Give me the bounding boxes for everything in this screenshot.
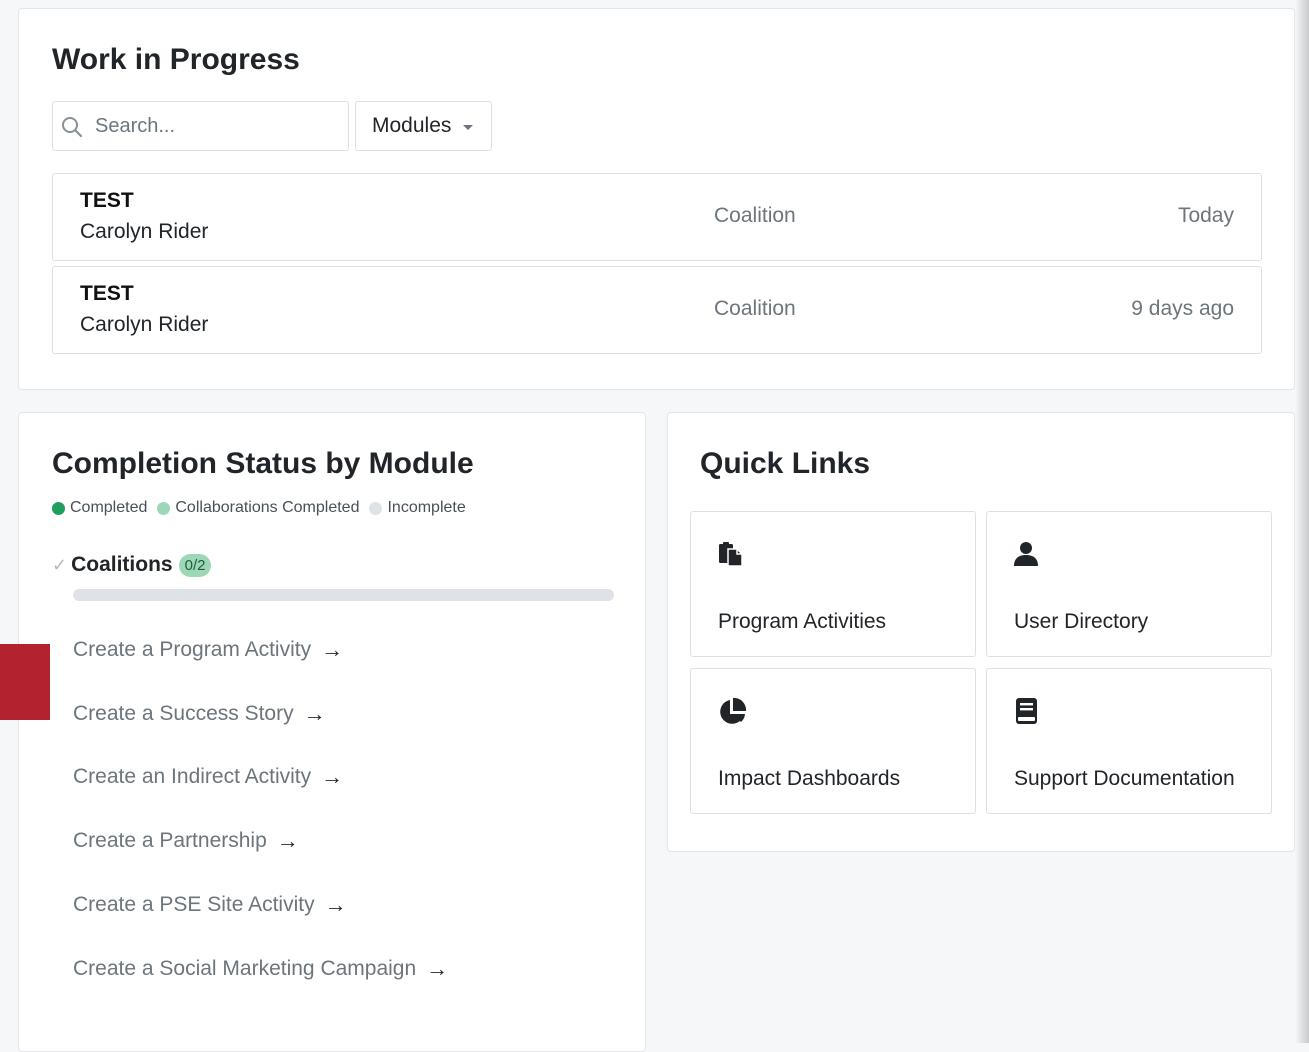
module-progress-bar [73,589,614,601]
quick-link-impact-dashboards[interactable]: Impact Dashboards [690,668,976,814]
quick-link-support-documentation[interactable]: Support Documentation [986,668,1272,814]
window-shadow-edge [1295,0,1309,1043]
work-in-progress-title: Work in Progress [52,43,300,76]
work-in-progress-card: Work in Progress Modules TEST Carolyn Ri… [18,8,1295,390]
action-label: Create a Partnership [73,829,267,852]
book-icon [1016,698,1037,724]
quick-links-title: Quick Links [700,447,871,480]
feedback-tab[interactable] [0,644,50,720]
modules-dropdown[interactable]: Modules [355,101,492,151]
legend-dot-incomplete [369,501,383,515]
wip-row-module: Coalition [714,297,796,320]
arrow-right-icon: → [303,701,326,726]
action-label: Create a Success Story [73,702,294,725]
wip-row-module: Coalition [714,204,796,227]
legend-label: Collaborations Completed [175,499,360,516]
completion-status-card: Completion Status by Module Completed Co… [18,412,646,1052]
legend-label: Incomplete [387,499,466,516]
completion-status-title: Completion Status by Module [52,447,474,480]
quick-link-user-directory[interactable]: User Directory [986,511,1272,657]
quick-link-label: Program Activities [718,610,887,633]
wip-row-owner: Carolyn Rider [80,220,209,243]
action-label: Create a PSE Site Activity [73,893,315,916]
module-progress-badge: 0/2 [178,553,212,577]
check-icon: ✓ [52,554,68,575]
wip-row-date: Today [1177,204,1234,227]
wip-row-title: TEST [80,282,134,305]
legend-dot-completed [52,501,65,515]
create-program-activity-link[interactable]: Create a Program Activity → [73,637,343,663]
action-label: Create a Program Activity [73,638,312,661]
arrow-right-icon: → [324,892,347,917]
search-box[interactable] [52,101,349,151]
legend-item-collaborations: Collaborations Completed [157,499,359,517]
arrow-right-icon: → [321,637,344,662]
wip-row-title: TEST [80,189,134,212]
wip-row-date: 9 days ago [1131,297,1234,320]
completion-legend: Completed Collaborations Completed Incom… [52,499,466,517]
legend-item-completed: Completed [52,499,147,517]
wip-row-owner: Carolyn Rider [80,313,209,336]
wip-row[interactable]: TEST Carolyn Rider Coalition 9 days ago [52,266,1262,354]
action-label: Create an Indirect Activity [73,765,312,788]
create-social-marketing-campaign-link[interactable]: Create a Social Marketing Campaign → [73,956,448,982]
modules-dropdown-label: Modules [372,114,452,137]
module-header-coalitions[interactable]: ✓ Coalitions 0/2 [52,553,212,577]
create-pse-site-activity-link[interactable]: Create a PSE Site Activity → [73,892,347,918]
arrow-right-icon: → [426,956,449,981]
module-name: Coalitions [71,553,173,576]
quick-link-program-activities[interactable]: Program Activities [690,511,976,657]
clipboard-icon [719,542,743,567]
pie-chart-icon [720,697,747,724]
user-icon [1014,542,1038,566]
create-partnership-link[interactable]: Create a Partnership → [73,828,299,854]
search-icon [62,117,83,138]
action-label: Create a Social Marketing Campaign [73,957,417,980]
legend-dot-collaborations [157,501,171,515]
legend-item-incomplete: Incomplete [369,499,466,517]
quick-link-label: Impact Dashboards [718,767,901,790]
search-input[interactable] [95,102,340,150]
create-success-story-link[interactable]: Create a Success Story → [73,701,326,727]
quick-links-card: Quick Links Program Activities User Dire… [667,412,1295,852]
caret-down-icon [463,125,473,130]
create-indirect-activity-link[interactable]: Create an Indirect Activity → [73,764,343,790]
wip-row[interactable]: TEST Carolyn Rider Coalition Today [52,173,1262,261]
quick-link-label: User Directory [1014,610,1149,633]
legend-label: Completed [70,499,148,516]
quick-link-label: Support Documentation [1014,767,1235,790]
arrow-right-icon: → [321,764,344,789]
arrow-right-icon: → [276,828,299,853]
